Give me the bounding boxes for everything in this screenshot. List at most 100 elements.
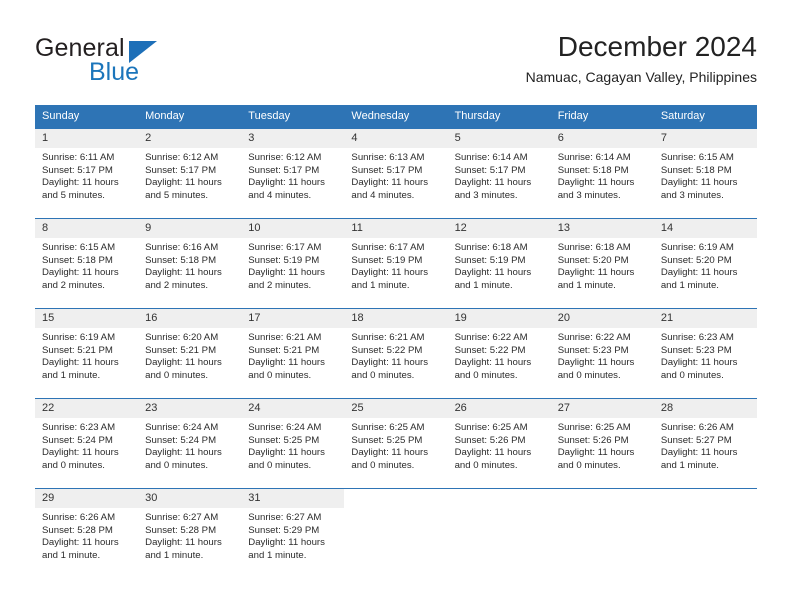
- weekday-header-sunday: Sunday: [35, 105, 139, 128]
- daylight-duration-line1: Daylight: 11 hours: [145, 177, 222, 189]
- calendar-cell: 15 Sunrise: 6:19 AM Sunset: 5:21 PM Dayligh…: [35, 308, 139, 398]
- daylight-duration-line2: and 1 minute.: [248, 549, 307, 561]
- calendar-day[interactable]: 14 Sunrise: 6:19 AM Sunset: 5:20 PM Dayligh…: [653, 218, 757, 308]
- calendar-body: 1 Sunrise: 6:11 AM Sunset: 5:17 PM Daylight…: [35, 128, 757, 578]
- calendar-day[interactable]: 22 Sunrise: 6:23 AM Sunset: 5:24 PM Dayligh…: [35, 398, 139, 488]
- calendar-day[interactable]: 26 Sunrise: 6:25 AM Sunset: 5:26 PM Dayligh…: [447, 398, 551, 488]
- daylight-duration-line1: Daylight: 11 hours: [145, 357, 222, 369]
- day-number: 16: [138, 309, 242, 328]
- daylight-duration-line2: and 5 minutes.: [145, 189, 209, 201]
- calendar-day[interactable]: 10 Sunrise: 6:17 AM Sunset: 5:19 PM Dayligh…: [241, 218, 345, 308]
- calendar-day[interactable]: 30 Sunrise: 6:27 AM Sunset: 5:28 PM Dayligh…: [138, 488, 242, 578]
- calendar-day[interactable]: 17 Sunrise: 6:21 AM Sunset: 5:21 PM Dayligh…: [241, 308, 345, 398]
- day-details: Sunrise: 6:11 AM Sunset: 5:17 PM Daylight:…: [35, 148, 138, 202]
- sunset-time: Sunset: 5:22 PM: [351, 344, 423, 356]
- day-details: Sunrise: 6:20 AM Sunset: 5:21 PM Daylight:…: [138, 328, 241, 382]
- sunset-time: Sunset: 5:27 PM: [660, 434, 732, 446]
- daylight-duration-line1: Daylight: 11 hours: [454, 267, 532, 279]
- sunset-time: Sunset: 5:21 PM: [248, 344, 320, 356]
- calendar-day[interactable]: 5 Sunrise: 6:14 AM Sunset: 5:17 PM Daylight…: [447, 128, 551, 218]
- calendar-day[interactable]: 29 Sunrise: 6:26 AM Sunset: 5:28 PM Dayligh…: [35, 488, 139, 578]
- calendar-cell: 28 Sunrise: 6:26 AM Sunset: 5:27 PM Dayligh…: [653, 398, 757, 488]
- day-number: [448, 489, 551, 508]
- sunrise-time: Sunrise: 6:17 AM: [248, 242, 322, 253]
- daylight-duration-line2: and 2 minutes.: [42, 279, 105, 291]
- sunset-time: Sunset: 5:23 PM: [660, 344, 732, 356]
- calendar-day-empty: [447, 488, 551, 578]
- day-details: Sunrise: 6:13 AM Sunset: 5:17 PM Daylight:…: [344, 148, 447, 202]
- calendar-day[interactable]: 9 Sunrise: 6:16 AM Sunset: 5:18 PM Daylight…: [138, 218, 242, 308]
- calendar-day[interactable]: 8 Sunrise: 6:15 AM Sunset: 5:18 PM Daylight…: [35, 218, 139, 308]
- calendar-cell: 25 Sunrise: 6:25 AM Sunset: 5:25 PM Dayligh…: [344, 398, 448, 488]
- calendar-day[interactable]: 2 Sunrise: 6:12 AM Sunset: 5:17 PM Daylight…: [138, 128, 242, 218]
- day-details: Sunrise: 6:27 AM Sunset: 5:28 PM Daylight:…: [138, 508, 241, 562]
- calendar-day[interactable]: 19 Sunrise: 6:22 AM Sunset: 5:22 PM Dayligh…: [447, 308, 551, 398]
- calendar-day[interactable]: 28 Sunrise: 6:26 AM Sunset: 5:27 PM Dayligh…: [653, 398, 757, 488]
- daylight-duration-line1: Daylight: 11 hours: [557, 447, 635, 459]
- calendar-day[interactable]: 13 Sunrise: 6:18 AM Sunset: 5:20 PM Dayligh…: [550, 218, 654, 308]
- calendar-day[interactable]: 6 Sunrise: 6:14 AM Sunset: 5:18 PM Daylight…: [550, 128, 654, 218]
- calendar-day[interactable]: 7 Sunrise: 6:15 AM Sunset: 5:18 PM Daylight…: [653, 128, 757, 218]
- logo-general-blue[interactable]: General Blue: [35, 34, 225, 86]
- calendar-day[interactable]: 25 Sunrise: 6:25 AM Sunset: 5:25 PM Dayligh…: [344, 398, 448, 488]
- calendar-day[interactable]: 21 Sunrise: 6:23 AM Sunset: 5:23 PM Dayligh…: [653, 308, 757, 398]
- calendar-day[interactable]: 1 Sunrise: 6:11 AM Sunset: 5:17 PM Daylight…: [35, 128, 139, 218]
- calendar-day[interactable]: 16 Sunrise: 6:20 AM Sunset: 5:21 PM Dayligh…: [138, 308, 242, 398]
- day-number: 23: [138, 399, 242, 418]
- calendar-day[interactable]: 4 Sunrise: 6:13 AM Sunset: 5:17 PM Daylight…: [344, 128, 448, 218]
- day-number: 19: [447, 309, 551, 328]
- sunrise-time: Sunrise: 6:22 AM: [454, 332, 528, 343]
- calendar-day[interactable]: 31 Sunrise: 6:27 AM Sunset: 5:29 PM Dayligh…: [241, 488, 345, 578]
- sunset-time: Sunset: 5:26 PM: [557, 434, 629, 446]
- daylight-duration-line2: and 0 minutes.: [557, 369, 621, 381]
- sunrise-time: Sunrise: 6:26 AM: [660, 422, 734, 433]
- calendar-day[interactable]: 24 Sunrise: 6:24 AM Sunset: 5:25 PM Dayligh…: [241, 398, 345, 488]
- calendar-day[interactable]: 3 Sunrise: 6:12 AM Sunset: 5:17 PM Daylight…: [241, 128, 345, 218]
- daylight-duration-line1: Daylight: 11 hours: [42, 357, 119, 369]
- day-details: Sunrise: 6:17 AM Sunset: 5:19 PM Daylight:…: [241, 238, 344, 292]
- day-details: Sunrise: 6:18 AM Sunset: 5:20 PM Daylight:…: [551, 238, 654, 292]
- calendar-cell: [550, 488, 654, 578]
- calendar-cell: 3 Sunrise: 6:12 AM Sunset: 5:17 PM Daylight…: [241, 128, 345, 218]
- calendar-day[interactable]: 20 Sunrise: 6:22 AM Sunset: 5:23 PM Dayligh…: [550, 308, 654, 398]
- daylight-duration-line1: Daylight: 11 hours: [660, 267, 738, 279]
- daylight-duration-line2: and 1 minute.: [42, 549, 101, 561]
- calendar-week-row: 8 Sunrise: 6:15 AM Sunset: 5:18 PM Daylight…: [35, 218, 757, 308]
- sunset-time: Sunset: 5:20 PM: [557, 254, 629, 266]
- daylight-duration-line1: Daylight: 11 hours: [660, 447, 738, 459]
- day-details: Sunrise: 6:21 AM Sunset: 5:21 PM Daylight:…: [241, 328, 344, 382]
- calendar-day[interactable]: 23 Sunrise: 6:24 AM Sunset: 5:24 PM Dayligh…: [138, 398, 242, 488]
- daylight-duration-line2: and 5 minutes.: [42, 189, 105, 201]
- daylight-duration-line1: Daylight: 11 hours: [248, 537, 325, 549]
- day-number: 17: [241, 309, 345, 328]
- day-details: Sunrise: 6:12 AM Sunset: 5:17 PM Daylight:…: [241, 148, 344, 202]
- daylight-duration-line1: Daylight: 11 hours: [351, 447, 429, 459]
- day-number: 4: [344, 129, 448, 148]
- calendar-cell: 8 Sunrise: 6:15 AM Sunset: 5:18 PM Daylight…: [35, 218, 139, 308]
- daylight-duration-line2: and 0 minutes.: [454, 369, 518, 381]
- weekday-header-wednesday: Wednesday: [344, 105, 448, 128]
- day-details: Sunrise: 6:27 AM Sunset: 5:29 PM Daylight:…: [241, 508, 344, 562]
- day-number: 15: [35, 309, 139, 328]
- daylight-duration-line1: Daylight: 11 hours: [351, 177, 429, 189]
- daylight-duration-line2: and 2 minutes.: [145, 279, 209, 291]
- calendar-day[interactable]: 11 Sunrise: 6:17 AM Sunset: 5:19 PM Dayligh…: [344, 218, 448, 308]
- daylight-duration-line1: Daylight: 11 hours: [557, 357, 635, 369]
- calendar-day[interactable]: 27 Sunrise: 6:25 AM Sunset: 5:26 PM Dayligh…: [550, 398, 654, 488]
- calendar-day[interactable]: 18 Sunrise: 6:21 AM Sunset: 5:22 PM Dayligh…: [344, 308, 448, 398]
- daylight-duration-line2: and 0 minutes.: [248, 369, 312, 381]
- calendar-day[interactable]: 15 Sunrise: 6:19 AM Sunset: 5:21 PM Dayligh…: [35, 308, 139, 398]
- calendar-cell: 10 Sunrise: 6:17 AM Sunset: 5:19 PM Dayligh…: [241, 218, 345, 308]
- day-number: 25: [344, 399, 448, 418]
- calendar-header-row: Sunday Monday Tuesday Wednesday Thursday…: [35, 105, 757, 128]
- sunrise-time: Sunrise: 6:18 AM: [557, 242, 631, 253]
- calendar-day[interactable]: 12 Sunrise: 6:18 AM Sunset: 5:19 PM Dayligh…: [447, 218, 551, 308]
- sunset-time: Sunset: 5:17 PM: [42, 164, 113, 176]
- daylight-duration-line2: and 0 minutes.: [351, 459, 415, 471]
- daylight-duration-line2: and 4 minutes.: [351, 189, 415, 201]
- daylight-duration-line2: and 0 minutes.: [145, 369, 209, 381]
- sunset-time: Sunset: 5:22 PM: [454, 344, 526, 356]
- calendar-day-empty: [550, 488, 654, 578]
- sunset-time: Sunset: 5:19 PM: [351, 254, 423, 266]
- page-subtitle: Namuac, Cagayan Valley, Philippines: [525, 69, 757, 85]
